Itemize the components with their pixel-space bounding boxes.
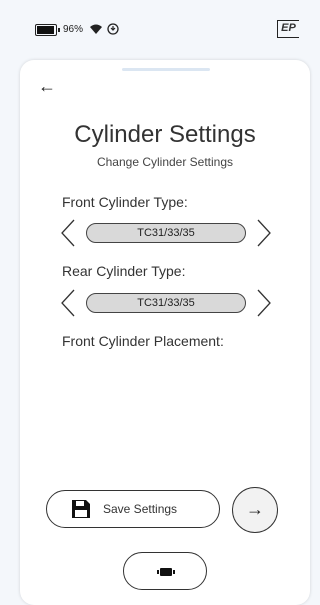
front-cylinder-type-selector[interactable]: TC31/33/35 [86,223,246,243]
page-subtitle: Change Cylinder Settings [96,155,234,169]
chevron-right-icon[interactable] [256,219,272,247]
next-button[interactable]: → [232,487,278,533]
save-settings-button[interactable]: Save Settings [46,490,220,528]
back-arrow-icon[interactable]: ← [38,76,58,96]
wifi-icon [90,24,102,34]
save-settings-label: Save Settings [103,502,178,516]
chevron-right-icon[interactable] [256,289,272,317]
arrow-right-icon: → [246,499,264,519]
drag-handle[interactable] [122,68,210,71]
chevron-left-icon[interactable] [60,289,76,317]
battery-percent: 96% [63,24,84,35]
rear-cylinder-type-label: Rear Cylinder Type: [62,263,186,279]
floppy-disk-icon [72,500,90,518]
rear-cylinder-type-selector[interactable]: TC31/33/35 [86,293,246,313]
front-cylinder-placement-label: Front Cylinder Placement: [62,333,224,349]
app-logo: EP [277,20,299,38]
sync-icon [107,23,119,35]
chevron-left-icon[interactable] [60,219,76,247]
battery-icon [35,24,60,36]
device-icon [157,568,175,576]
front-cylinder-type-label: Front Cylinder Type: [62,194,188,210]
status-bar: 96% EP [0,0,302,62]
page-title: Cylinder Settings [74,121,256,148]
device-button[interactable] [123,552,207,590]
